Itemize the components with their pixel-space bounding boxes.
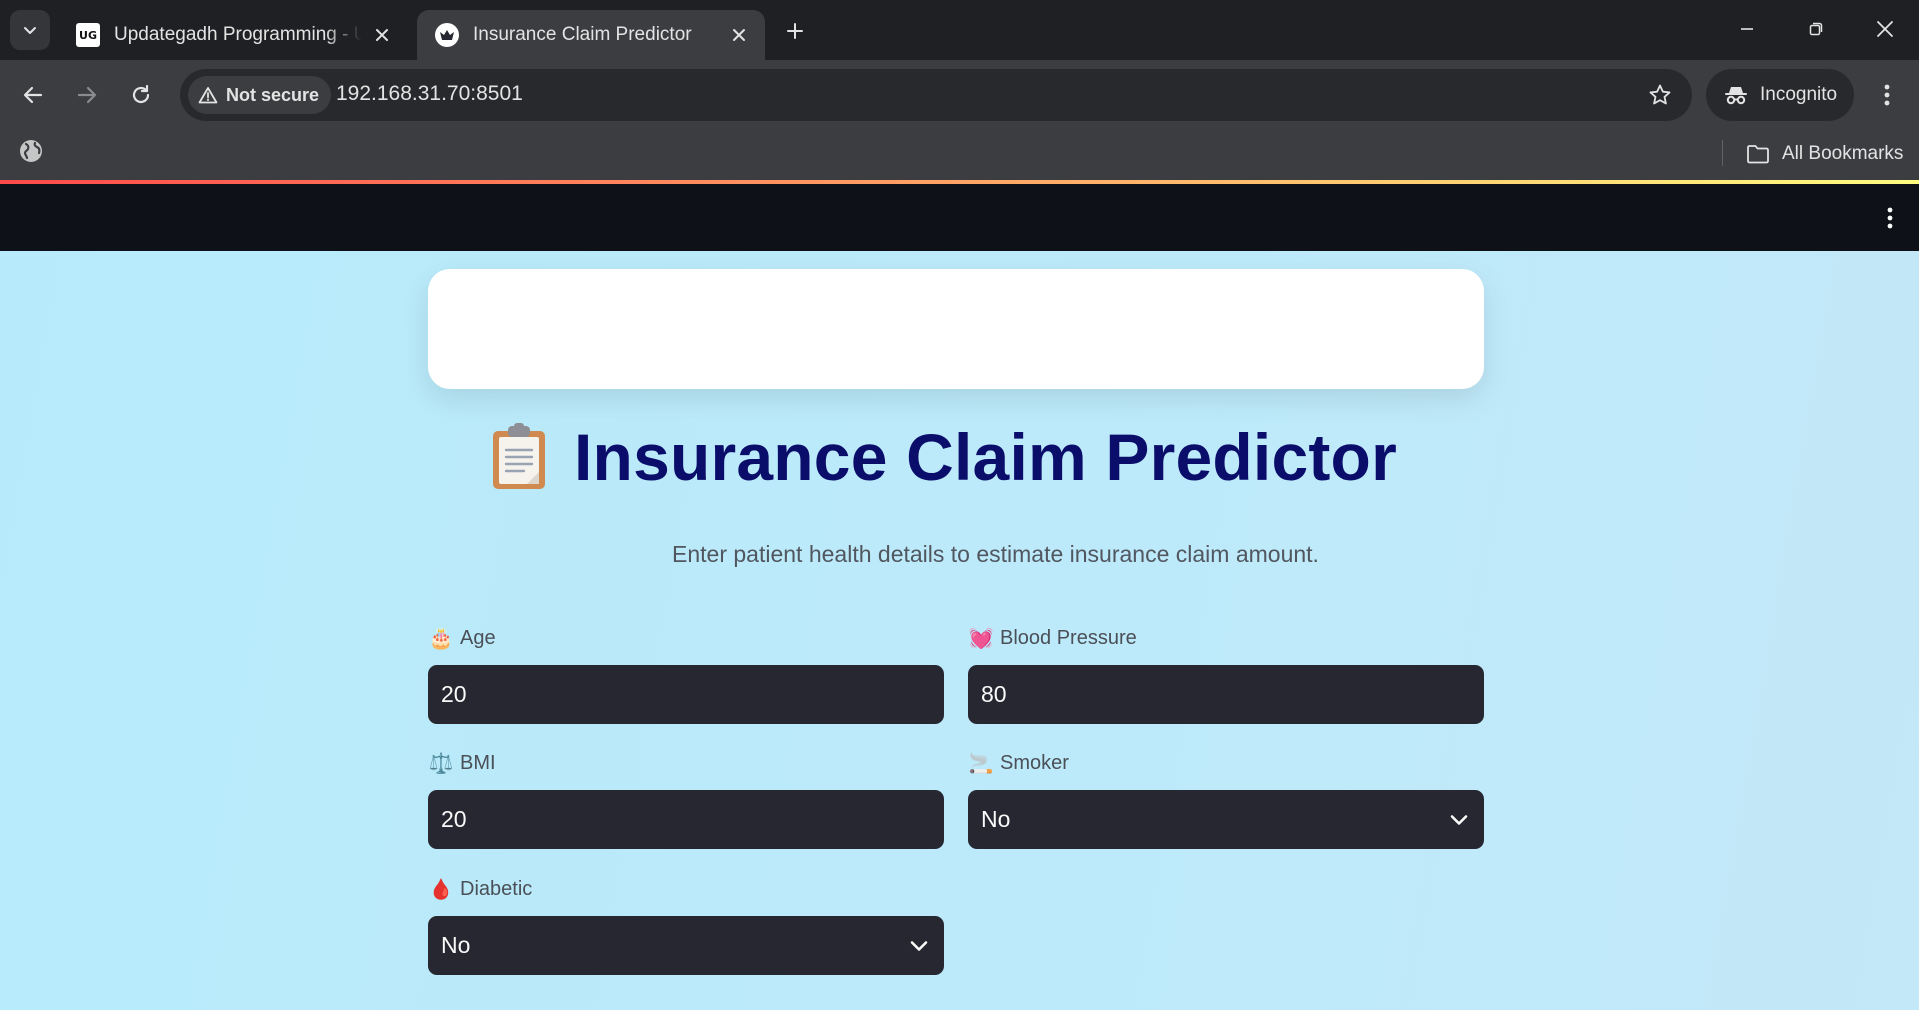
smoker-select-value: No (981, 806, 1011, 832)
browser-toolbar: Not secure 192.168.31.70:8501 Incognito (0, 60, 1919, 130)
tab-updategadh[interactable]: UG Updategadh Programming - Up (58, 10, 408, 60)
blood-pressure-field: 💓 Blood Pressure 80 (968, 623, 1484, 724)
page-title-text: Insurance Claim Predictor (574, 420, 1397, 494)
page-subtitle: Enter patient health details to estimate… (672, 541, 1319, 567)
chevron-down-icon (910, 940, 928, 952)
close-tab-icon[interactable] (727, 23, 751, 47)
tab-search-button[interactable] (10, 10, 50, 50)
cigarette-icon: 🚬 (968, 752, 994, 775)
warning-icon (198, 86, 218, 104)
new-tab-button[interactable] (778, 14, 812, 48)
blood-drop-icon: 🩸 (428, 878, 454, 901)
app-menu-button[interactable] (1875, 200, 1905, 236)
smoker-select[interactable]: No (968, 790, 1484, 849)
age-input-value: 20 (441, 681, 467, 707)
updategadh-logo-icon: UG (76, 23, 100, 47)
favicon-text: UG (79, 28, 97, 42)
age-input[interactable]: 20 (428, 665, 944, 724)
incognito-icon (1725, 87, 1747, 105)
diabetic-label-text: Diabetic (460, 877, 533, 900)
bookmarks-divider (1722, 140, 1723, 166)
close-icon (1877, 21, 1893, 37)
age-label-text: Age (460, 626, 496, 649)
hero-card (428, 269, 1484, 389)
smoker-label-text: Smoker (1000, 751, 1069, 774)
diabetic-label: 🩸 Diabetic (428, 874, 944, 904)
address-bar[interactable]: Not secure 192.168.31.70:8501 (180, 69, 1692, 121)
diabetic-select-value: No (441, 932, 471, 958)
plus-icon (787, 23, 803, 39)
reload-icon (132, 84, 150, 104)
chevron-down-icon (1450, 814, 1468, 826)
streamlit-crown-icon (435, 23, 459, 47)
tab-insurance-claim-predictor[interactable]: Insurance Claim Predictor (417, 10, 765, 60)
blood-pressure-input[interactable]: 80 (968, 665, 1484, 724)
app-header (0, 184, 1919, 251)
app-main: Insurance Claim Predictor Enter patient … (0, 251, 1919, 1010)
forward-button[interactable] (67, 75, 107, 115)
bmi-label: ⚖️ BMI (428, 748, 944, 778)
smoker-field: 🚬 Smoker No (968, 748, 1484, 849)
age-label: 🎂 Age (428, 623, 944, 653)
age-field: 🎂 Age 20 (428, 623, 944, 724)
security-chip[interactable]: Not secure (188, 76, 332, 114)
diabetic-field: 🩸 Diabetic No (428, 874, 944, 975)
more-vert-icon (1887, 207, 1893, 229)
tab-strip: UG Updategadh Programming - Up Insurance… (0, 0, 1919, 60)
minimize-icon (1741, 28, 1753, 30)
incognito-profile-button[interactable]: Incognito (1706, 69, 1854, 121)
tab-title: Insurance Claim Predictor (473, 24, 692, 45)
chevron-down-icon (24, 27, 36, 34)
folder-icon (1747, 145, 1769, 164)
close-tab-icon[interactable] (370, 23, 394, 47)
close-window-button[interactable] (1862, 8, 1908, 50)
tab-title: Updategadh Programming - Up (114, 24, 362, 45)
all-bookmarks-label: All Bookmarks (1782, 143, 1904, 164)
beating-heart-icon: 💓 (968, 627, 994, 650)
url-text[interactable]: 192.168.31.70:8501 (336, 82, 523, 106)
blood-pressure-label-text: Blood Pressure (1000, 626, 1137, 649)
smoker-label: 🚬 Smoker (968, 748, 1484, 778)
restore-button[interactable] (1793, 8, 1839, 50)
reload-button[interactable] (121, 75, 161, 115)
security-chip-label: Not secure (226, 84, 320, 105)
all-bookmarks-button[interactable]: All Bookmarks (1746, 138, 1903, 170)
diabetic-select[interactable]: No (428, 916, 944, 975)
bookmarks-bar: All Bookmarks (0, 130, 1919, 180)
bookmark-star-icon[interactable] (1646, 81, 1674, 109)
restore-icon (1809, 22, 1823, 36)
page-title: Insurance Claim Predictor (0, 419, 1919, 495)
bmi-field: ⚖️ BMI 20 (428, 748, 944, 849)
browser-menu-button[interactable] (1872, 77, 1902, 113)
blood-pressure-input-value: 80 (981, 681, 1007, 707)
minimize-button[interactable] (1724, 8, 1770, 50)
back-button[interactable] (13, 75, 53, 115)
more-vert-icon (1884, 84, 1890, 106)
globe-icon[interactable] (17, 137, 45, 165)
arrow-left-icon (23, 86, 43, 104)
profile-label: Incognito (1760, 84, 1838, 105)
clipboard-icon (490, 423, 548, 491)
bmi-input-value: 20 (441, 806, 467, 832)
bmi-label-text: BMI (460, 751, 496, 774)
bmi-input[interactable]: 20 (428, 790, 944, 849)
blood-pressure-label: 💓 Blood Pressure (968, 623, 1484, 653)
birthday-cake-icon: 🎂 (428, 627, 454, 650)
balance-scale-icon: ⚖️ (428, 752, 454, 775)
arrow-right-icon (77, 86, 97, 104)
